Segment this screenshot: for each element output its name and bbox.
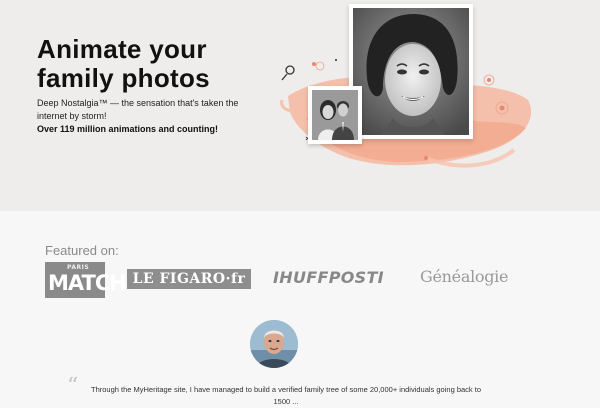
featured-on-label: Featured on: [45,243,119,258]
hero-section: Animate your family photos Deep Nostalgi… [0,0,600,211]
le-figaro-logo: LE FIGARO·fr [127,269,251,289]
paris-match-logo: PARIS MATCH [45,262,127,298]
hero-title-line-1: Animate your [37,34,207,64]
paris-match-logo-big-text: MATCH [48,271,127,295]
hero-title-line-2: family photos [37,63,210,93]
quote-mark-icon: “ [67,374,79,399]
huffpost-logo: IHUFFPOSTI [273,268,384,287]
press-logos: PARIS MATCH LE FIGARO·fr IHUFFPOSTI Géné… [45,260,565,300]
animations-count-text: Over 119 million animations and counting… [37,124,219,134]
hero-title: Animate your family photos [37,35,277,93]
hero-description-text: Deep Nostalgia™ — the sensation that's t… [37,98,239,121]
genealogie-logo: Généalogie [420,267,509,286]
hero-illustration [276,0,536,180]
paris-match-logo-small-text: PARIS [67,264,90,271]
small-couple-photo [308,86,362,144]
testimonial-avatar [250,320,298,368]
hero-description: Deep Nostalgia™ — the sensation that's t… [37,97,247,136]
large-portrait-photo [349,4,473,139]
testimonial-text: Through the MyHeritage site, I have mana… [90,385,481,406]
